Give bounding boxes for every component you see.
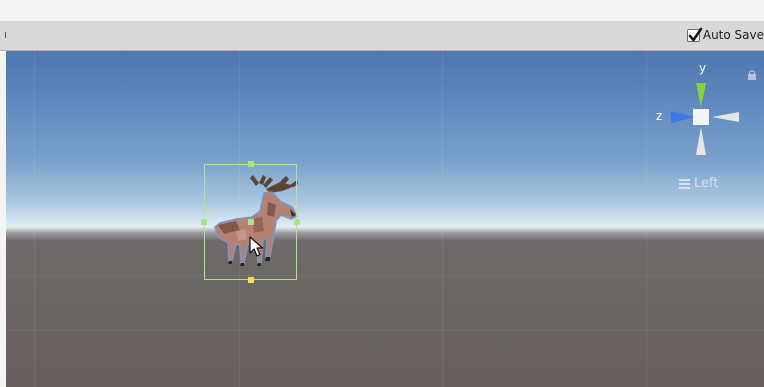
- selection-handle-right[interactable]: [294, 219, 300, 225]
- gizmo-x-cone[interactable]: [712, 112, 739, 122]
- toolbar-edge-marker: [5, 32, 6, 38]
- menu-icon: [679, 177, 690, 191]
- pivot-handle[interactable]: [248, 277, 254, 283]
- view-mode-label[interactable]: Left: [679, 176, 718, 191]
- mouse-pointer-icon: [249, 236, 264, 257]
- grid-line: [442, 51, 443, 387]
- lock-icon[interactable]: [747, 69, 757, 80]
- gizmo-y-cone[interactable]: [696, 83, 706, 107]
- view-mode-text: Left: [694, 176, 719, 191]
- unity-editor-window: Auto Save y z Left: [0, 0, 764, 387]
- gizmo-axes-icon: [671, 83, 739, 155]
- selection-handle-left[interactable]: [201, 219, 207, 225]
- auto-save-checkbox[interactable]: [686, 27, 703, 42]
- gizmo-center-cube[interactable]: [693, 109, 709, 125]
- selection-handle-top[interactable]: [248, 161, 254, 167]
- grid-line: [6, 275, 764, 276]
- gizmo-z-cone[interactable]: [671, 111, 696, 123]
- checkmark-icon: [688, 27, 703, 41]
- gizmo-neg-y-cone[interactable]: [696, 127, 706, 155]
- grid-line: [34, 51, 35, 387]
- selection-handle-center[interactable]: [248, 219, 254, 225]
- scene-view[interactable]: y z Left: [6, 51, 764, 387]
- auto-save-label: Auto Save: [702, 28, 764, 42]
- grid-line: [6, 330, 764, 331]
- scene-toolbar: Auto Save: [0, 21, 764, 51]
- auto-save-toggle[interactable]: Auto Save: [686, 25, 764, 45]
